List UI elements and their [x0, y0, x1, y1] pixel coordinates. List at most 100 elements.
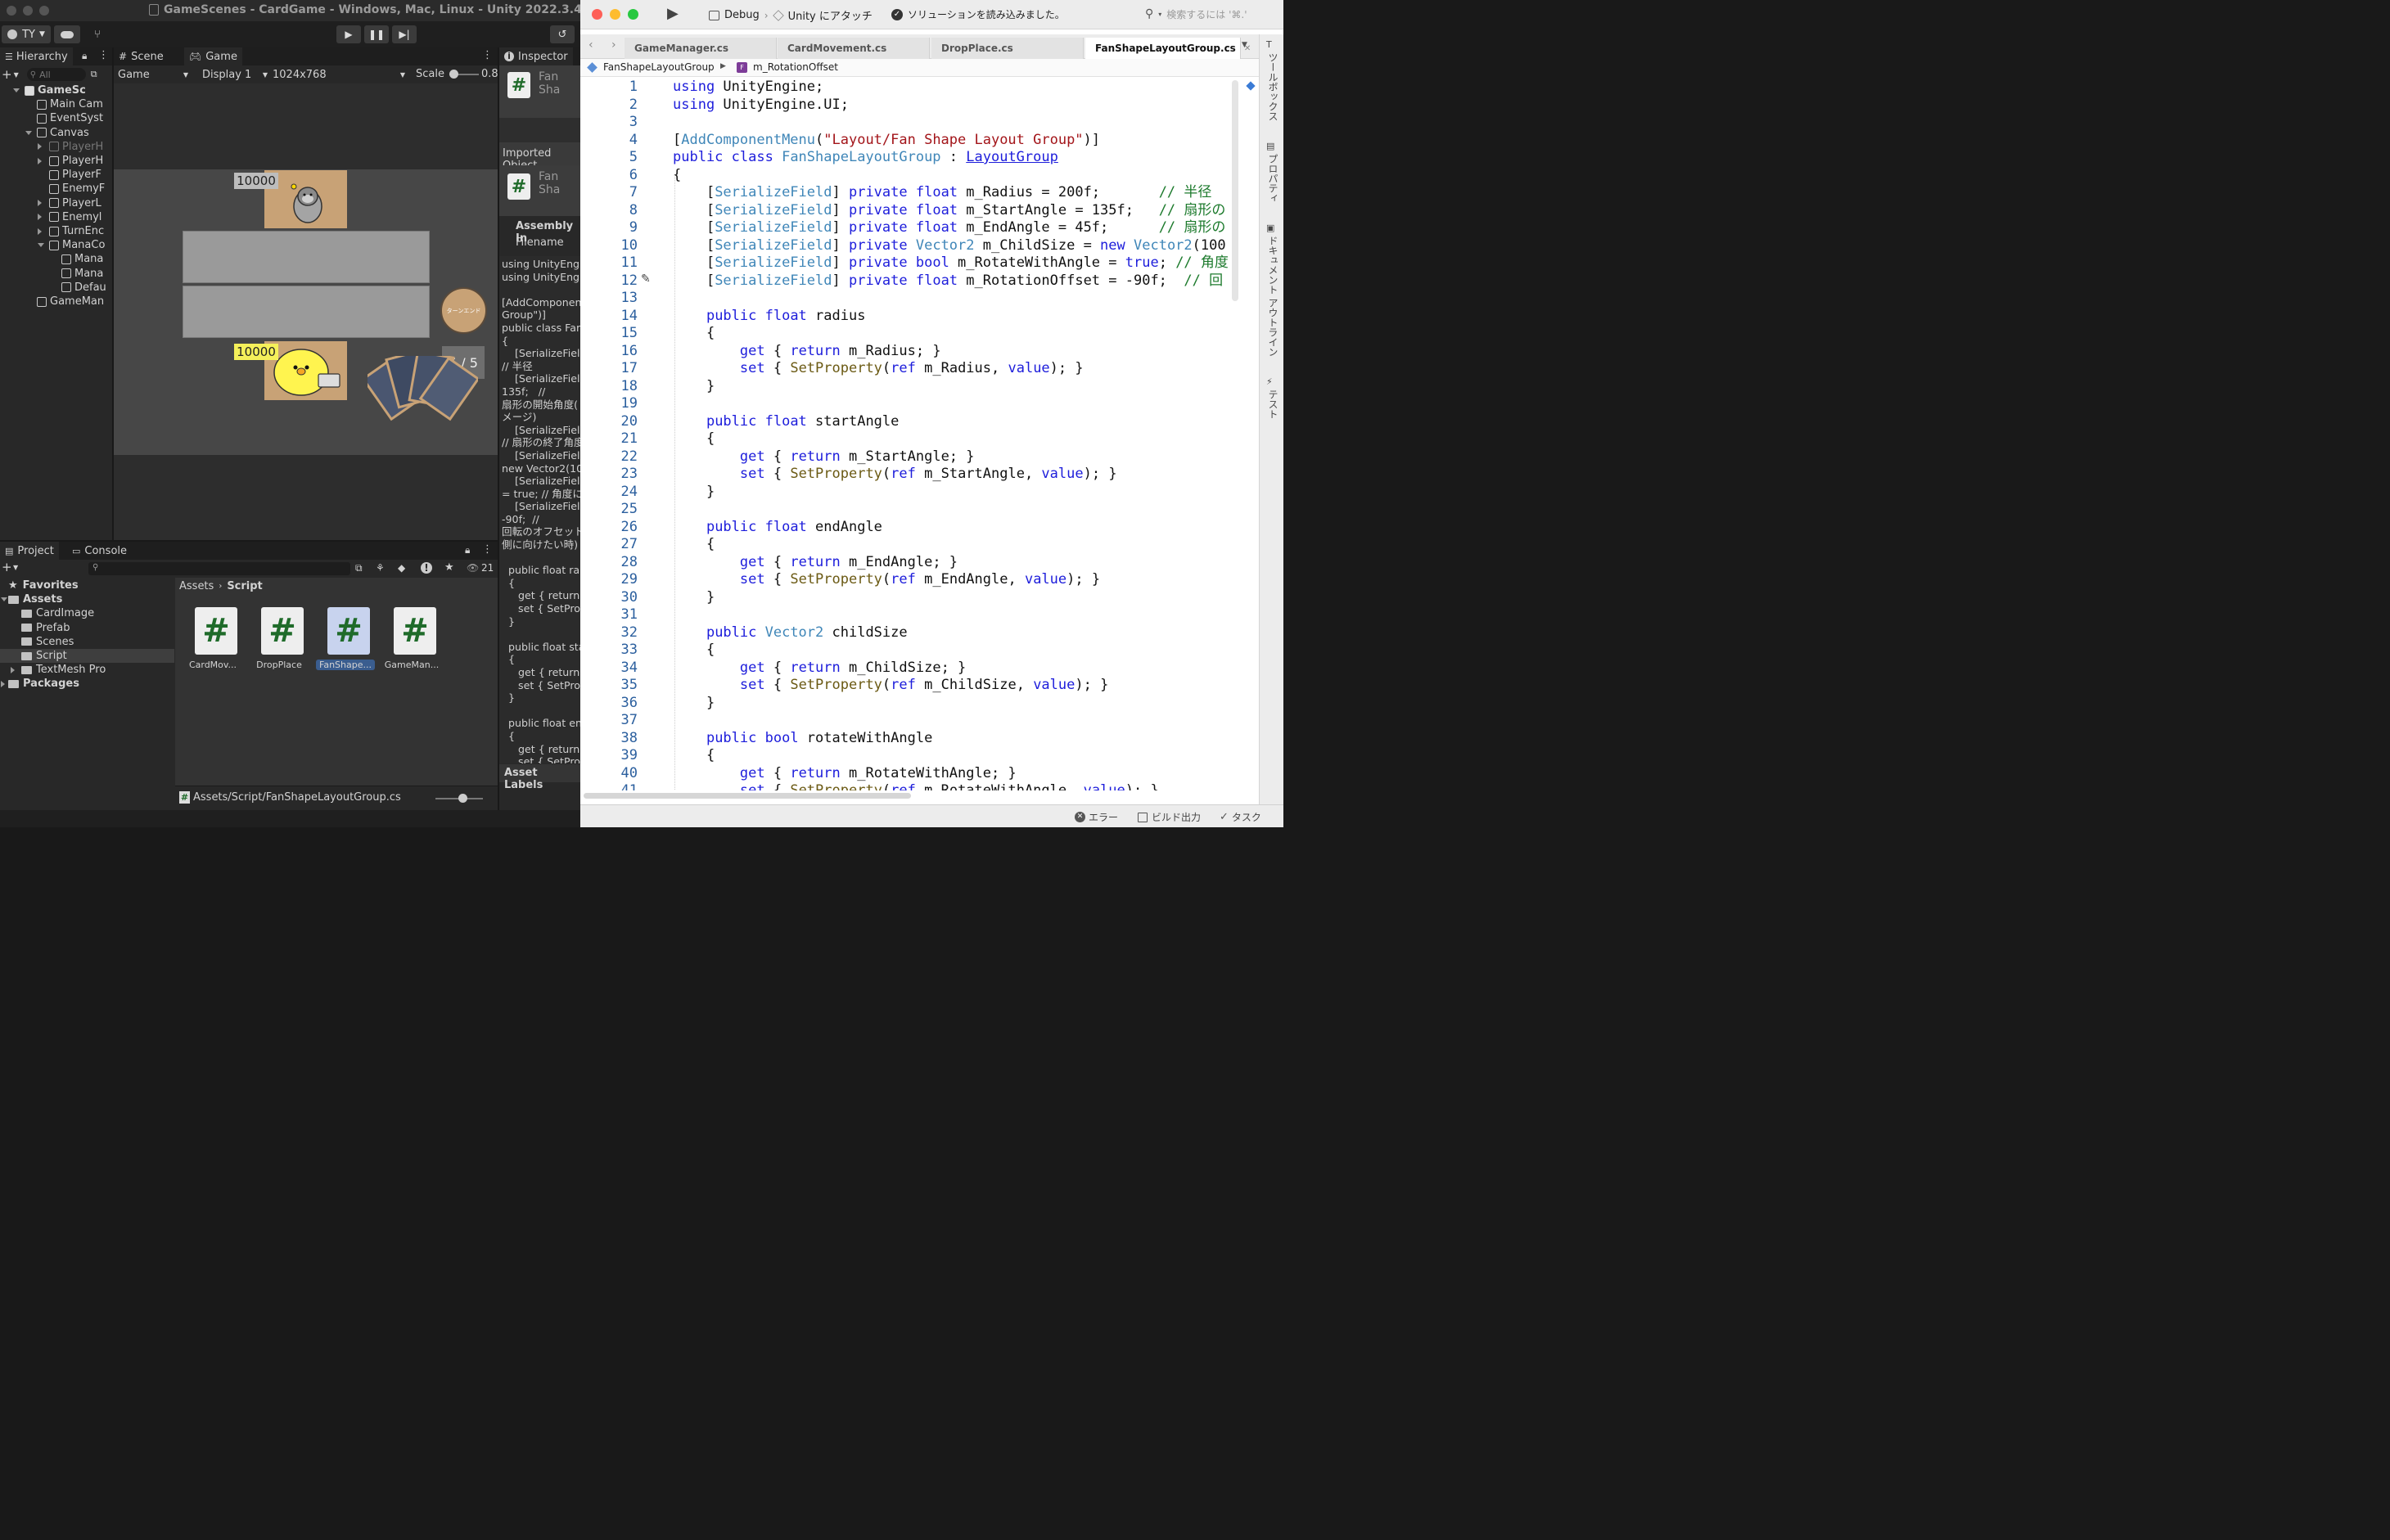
- project-tree-item[interactable]: CardImage: [0, 606, 174, 620]
- hierarchy-item[interactable]: Mana: [61, 267, 103, 281]
- code-line[interactable]: set { SetProperty(ref m_RotateWithAngle,…: [673, 782, 1159, 790]
- code-line[interactable]: {: [673, 430, 715, 448]
- errors-button[interactable]: ✕ エラー: [1075, 810, 1118, 824]
- enemy-field-area[interactable]: [183, 231, 430, 283]
- minimize-window-button[interactable]: [610, 9, 620, 20]
- step-button[interactable]: ▶|: [392, 25, 417, 43]
- scale-slider[interactable]: [449, 70, 479, 79]
- collapse-arrow-icon[interactable]: [38, 214, 42, 221]
- tab-scene[interactable]: # Scene: [114, 47, 169, 65]
- scale-slider-thumb[interactable]: [449, 70, 458, 79]
- hierarchy-item[interactable]: Canvas: [25, 126, 89, 140]
- minimize-window-button[interactable]: [23, 6, 33, 16]
- collapse-arrow-icon[interactable]: [11, 666, 15, 673]
- expand-arrow-icon[interactable]: [38, 243, 44, 248]
- zoom-window-button[interactable]: [628, 9, 638, 20]
- add-icon[interactable]: +: [2, 67, 12, 82]
- hierarchy-item[interactable]: EnemyF: [49, 182, 105, 196]
- project-tree-item[interactable]: Packages: [0, 677, 174, 691]
- properties-tab[interactable]: プロパティ: [1266, 154, 1280, 203]
- code-line[interactable]: set { SetProperty(ref m_EndAngle, value)…: [673, 571, 1100, 589]
- close-window-button[interactable]: [592, 9, 602, 20]
- horizontal-scrollbar[interactable]: [584, 793, 911, 799]
- project-tree-item[interactable]: ★ Favorites: [0, 579, 174, 592]
- tab-console[interactable]: ▭ Console: [67, 542, 132, 560]
- code-line[interactable]: get { return m_EndAngle; }: [673, 554, 958, 572]
- project-tree-item[interactable]: Script: [0, 649, 174, 663]
- label-icon[interactable]: ◆: [398, 562, 405, 574]
- code-line[interactable]: {: [673, 536, 715, 554]
- editor-tab[interactable]: DropPlace.cs: [931, 38, 1084, 59]
- code-line[interactable]: }: [673, 378, 715, 396]
- close-window-button[interactable]: [7, 6, 16, 16]
- star-icon[interactable]: ★: [444, 561, 454, 574]
- lock-icon[interactable]: 🔒︎: [82, 50, 87, 62]
- code-line[interactable]: set { SetProperty(ref m_Radius, value); …: [673, 360, 1084, 378]
- hierarchy-item[interactable]: Mana: [61, 252, 103, 266]
- hand-cards-fan[interactable]: [368, 356, 478, 421]
- breadcrumb-assets[interactable]: Assets: [179, 580, 214, 592]
- build-output-button[interactable]: ビルド出力: [1138, 810, 1201, 824]
- hierarchy-item[interactable]: PlayerH: [38, 154, 103, 168]
- code-line[interactable]: set { SetProperty(ref m_StartAngle, valu…: [673, 466, 1117, 484]
- code-line[interactable]: [SerializeField] private float m_StartAn…: [673, 202, 1225, 220]
- hierarchy-item[interactable]: EventSyst: [37, 111, 103, 125]
- test-tab[interactable]: テスト: [1266, 390, 1280, 419]
- chevron-down-icon[interactable]: ▼: [13, 564, 18, 571]
- hierarchy-item[interactable]: GameMan: [37, 295, 104, 308]
- hierarchy-item[interactable]: GameSc: [13, 83, 86, 97]
- code-line[interactable]: }: [673, 484, 715, 502]
- code-line[interactable]: public Vector2 childSize: [673, 624, 908, 642]
- hierarchy-item[interactable]: Main Cam: [37, 97, 103, 111]
- more-menu-icon[interactable]: ⋮: [98, 49, 109, 61]
- expand-arrow-icon[interactable]: [1, 597, 7, 602]
- player-field-area[interactable]: [183, 286, 430, 338]
- more-menu-icon[interactable]: ⋮: [482, 543, 493, 556]
- tab-inspector[interactable]: i Inspector: [499, 47, 573, 65]
- code-line[interactable]: {: [673, 747, 715, 765]
- code-line[interactable]: public bool rotateWithAngle: [673, 730, 932, 748]
- chevron-down-icon[interactable]: ▼: [14, 71, 19, 79]
- add-icon[interactable]: +: [2, 560, 12, 574]
- editor-tab[interactable]: FanShapeLayoutGroup.cs ✕: [1085, 38, 1251, 59]
- tasks-button[interactable]: ✓ タスク: [1220, 810, 1261, 824]
- hierarchy-item[interactable]: PlayerF: [49, 168, 101, 182]
- asset-file[interactable]: # CardMov...: [183, 607, 242, 689]
- account-dropdown[interactable]: TY ▼: [2, 25, 51, 43]
- toolbox-tab[interactable]: ツールボックス: [1266, 52, 1280, 121]
- document-outline-tab[interactable]: ドキュメント アウトライン: [1266, 236, 1280, 357]
- project-search-input[interactable]: ⚲: [88, 562, 350, 575]
- filter-type-icon[interactable]: ⚘: [376, 562, 385, 574]
- hierarchy-search-input[interactable]: ⚲ All: [26, 68, 86, 81]
- lock-icon[interactable]: 🔒︎: [465, 544, 470, 556]
- version-control-button[interactable]: ⑂: [85, 25, 110, 43]
- project-tree-item[interactable]: TextMesh Pro: [0, 663, 174, 677]
- cloud-button[interactable]: [54, 25, 80, 43]
- editor-tab[interactable]: GameManager.cs: [625, 38, 777, 59]
- vertical-scrollbar[interactable]: [1232, 80, 1238, 301]
- warning-icon[interactable]: !: [421, 562, 432, 574]
- code-line[interactable]: set { SetProperty(ref m_ChildSize, value…: [673, 677, 1108, 695]
- member-selector[interactable]: F m_RotationOffset: [737, 61, 838, 73]
- hierarchy-item[interactable]: Enemyl: [38, 210, 101, 224]
- scene-filter-icon[interactable]: ⧉: [91, 69, 97, 80]
- asset-file[interactable]: # DropPlace: [250, 607, 309, 689]
- icon-size-slider-thumb[interactable]: [458, 794, 467, 803]
- search-by-type-icon[interactable]: ⧉: [355, 562, 363, 574]
- collapse-arrow-icon[interactable]: [38, 157, 42, 164]
- class-selector[interactable]: FanShapeLayoutGroup: [587, 61, 715, 73]
- code-line[interactable]: }: [673, 695, 715, 713]
- code-line[interactable]: [SerializeField] private float m_EndAngl…: [673, 219, 1225, 237]
- more-menu-icon[interactable]: ⋮: [482, 49, 493, 61]
- project-tree-item[interactable]: Scenes: [0, 635, 174, 649]
- code-line[interactable]: public float radius: [673, 308, 866, 326]
- back-arrow-icon[interactable]: ‹: [588, 38, 593, 52]
- history-button[interactable]: ↺: [550, 25, 575, 43]
- code-line[interactable]: [SerializeField] private float m_Radius …: [673, 184, 1211, 202]
- hierarchy-item[interactable]: ManaCo: [38, 238, 105, 252]
- display-dropdown[interactable]: Display 1 ▼: [202, 67, 268, 82]
- turn-end-button[interactable]: ターンエンド: [440, 287, 487, 334]
- configuration-selector[interactable]: Debug › Unity にアタッチ: [709, 7, 873, 23]
- game-mode-dropdown[interactable]: Game ▼: [118, 67, 190, 82]
- tab-project[interactable]: ▤ Project: [0, 542, 59, 560]
